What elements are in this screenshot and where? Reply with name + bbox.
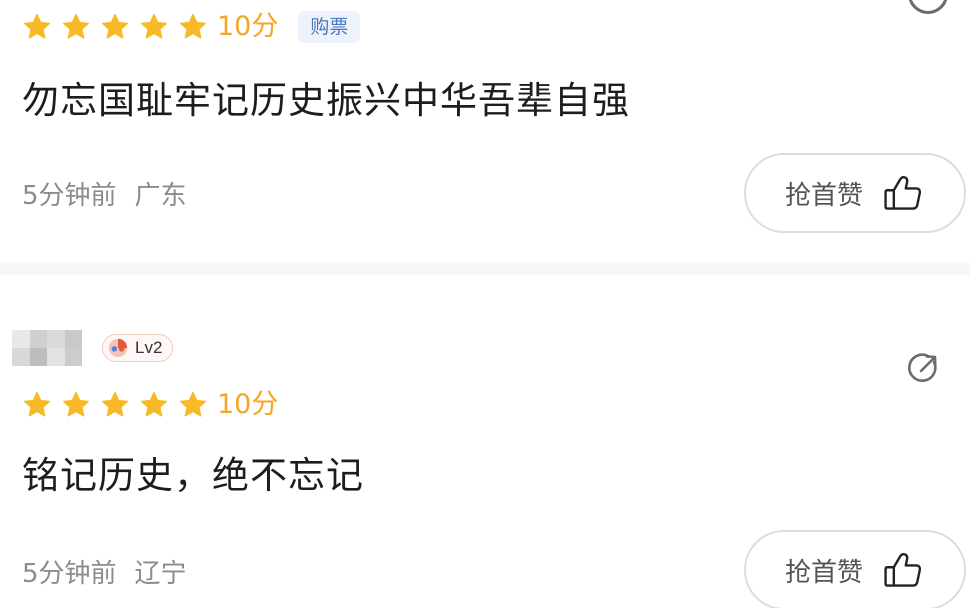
rating-row: 10分 [22, 388, 298, 422]
share-icon[interactable] [904, 348, 944, 388]
review-feed: 10分 购票 勿忘国耻牢记历史振兴中华吾辈自强 5分钟前 广东 抢首赞 Lv2 … [0, 0, 970, 608]
like-button-label: 抢首赞 [784, 557, 863, 588]
user-row: Lv2 [12, 330, 174, 366]
level-badge-icon [108, 338, 128, 358]
star-icon [178, 12, 208, 42]
share-icon[interactable] [908, 0, 948, 14]
star-icon [61, 390, 91, 420]
star-icon [178, 390, 208, 420]
star-icon [100, 12, 130, 42]
review-time: 5分钟前 [22, 181, 117, 211]
like-button[interactable]: 抢首赞 [744, 153, 966, 233]
rating-score: 10分 [217, 11, 279, 42]
star-icon [100, 390, 130, 420]
like-button-label: 抢首赞 [784, 180, 863, 211]
avatar[interactable] [12, 330, 82, 366]
review-card: Lv2 10分 铭记历史，绝不忘记 5分钟前 辽宁 抢首赞 [0, 275, 970, 608]
rating-score: 10分 [217, 389, 279, 420]
ticket-badge: 购票 [298, 11, 361, 43]
review-location: 广东 [134, 181, 187, 211]
star-icon [139, 12, 169, 42]
star-icon [61, 12, 91, 42]
star-icon [22, 390, 52, 420]
review-meta: 5分钟前 辽宁 [22, 553, 187, 590]
like-button[interactable]: 抢首赞 [744, 530, 966, 608]
review-location: 辽宁 [134, 559, 187, 589]
level-badge: Lv2 [102, 334, 174, 362]
review-text: 铭记历史，绝不忘记 [22, 454, 364, 497]
card-divider [0, 262, 970, 275]
thumbs-up-icon [881, 548, 925, 592]
star-icon [139, 390, 169, 420]
rating-row: 10分 购票 [22, 10, 361, 44]
review-card: 10分 购票 勿忘国耻牢记历史振兴中华吾辈自强 5分钟前 广东 抢首赞 [0, 0, 970, 262]
star-icon [22, 12, 52, 42]
level-text: Lv2 [135, 338, 163, 357]
review-text: 勿忘国耻牢记历史振兴中华吾辈自强 [22, 79, 630, 122]
review-time: 5分钟前 [22, 559, 117, 589]
thumbs-up-icon [881, 171, 925, 215]
review-meta: 5分钟前 广东 [22, 175, 187, 212]
